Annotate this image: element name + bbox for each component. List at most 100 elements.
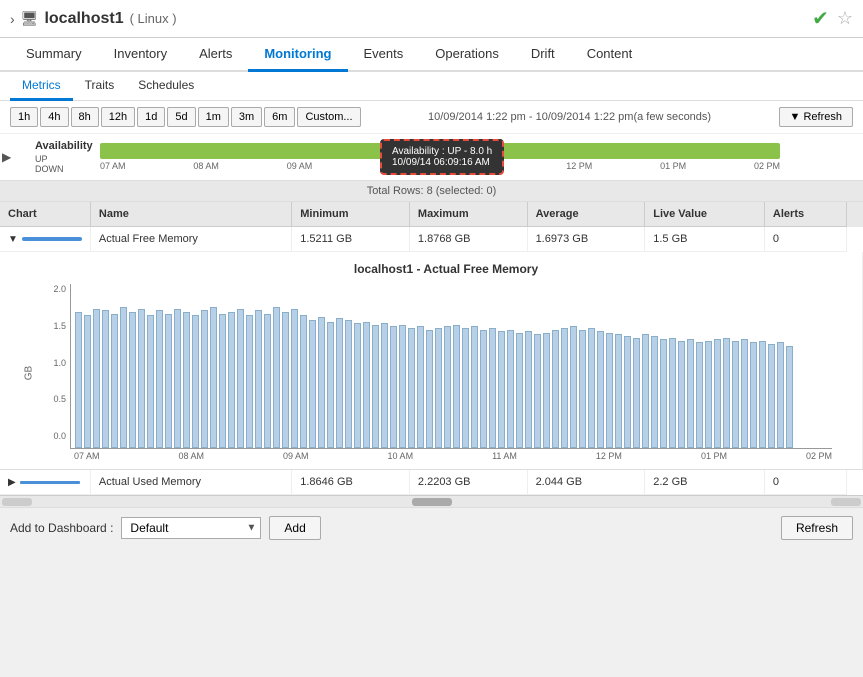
table-scroll-area[interactable]: Chart Name Minimum Maximum Average Live … — [0, 202, 863, 495]
h-scroll-thumb[interactable] — [412, 498, 452, 506]
nav-events[interactable]: Events — [348, 38, 420, 72]
availability-tooltip: Availability : UP - 8.0 h 10/09/14 06:09… — [380, 139, 504, 175]
time-range-label: 10/09/2014 1:22 pm - 10/09/2014 1:22 pm(… — [428, 111, 711, 123]
add-button[interactable]: Add — [269, 516, 320, 540]
breadcrumb-arrow: › — [10, 11, 15, 27]
bar — [354, 323, 361, 448]
bar — [525, 331, 532, 448]
nav-summary[interactable]: Summary — [10, 38, 98, 72]
h-scrollbar[interactable] — [0, 495, 863, 507]
page-subtitle: ( Linux ) — [130, 11, 177, 26]
time-1d[interactable]: 1d — [137, 107, 165, 127]
time-3m[interactable]: 3m — [231, 107, 262, 127]
row2-name: Actual Used Memory — [90, 470, 291, 495]
bar — [309, 320, 316, 448]
chart-line-1 — [22, 237, 82, 241]
expand-arrow-1[interactable]: ▼ — [8, 234, 18, 245]
bottom-refresh-button[interactable]: Refresh — [781, 516, 853, 540]
bar — [183, 312, 190, 448]
bar — [381, 323, 388, 448]
bar — [129, 312, 136, 448]
bar — [678, 341, 685, 448]
top-bar-left: › 🖥 localhost1 ( Linux ) — [10, 10, 177, 28]
bar — [696, 342, 703, 448]
bar — [174, 309, 181, 448]
bar — [588, 328, 595, 448]
table-row[interactable]: ▼ Actual Free Memory 1.5211 GB 1.8768 GB… — [0, 227, 863, 252]
bar — [777, 342, 784, 448]
bar — [75, 312, 82, 448]
bar — [282, 312, 289, 448]
bar — [111, 314, 118, 448]
collapse-arrow[interactable]: ▶ — [2, 150, 11, 164]
status-icon: ✔ — [812, 6, 829, 31]
bar-chart-wrapper: GB 2.0 1.5 1.0 0.5 0.0 — [70, 284, 832, 461]
bar — [759, 341, 766, 448]
bar — [300, 315, 307, 448]
y-axis-label: GB — [24, 365, 35, 379]
nav-content[interactable]: Content — [571, 38, 649, 72]
nav-alerts[interactable]: Alerts — [183, 38, 248, 72]
bar-chart-area — [70, 284, 832, 449]
bar — [408, 328, 415, 448]
star-icon[interactable]: ☆ — [837, 8, 853, 29]
nav-monitoring[interactable]: Monitoring — [248, 38, 347, 72]
time-5d[interactable]: 5d — [167, 107, 195, 127]
tab-metrics[interactable]: Metrics — [10, 72, 73, 101]
bar — [273, 307, 280, 448]
col-live-value: Live Value — [645, 202, 765, 227]
bar — [633, 338, 640, 448]
col-chart: Chart — [0, 202, 90, 227]
bar — [579, 330, 586, 448]
h-scroll-right[interactable] — [831, 498, 861, 506]
bar — [516, 333, 523, 448]
bar — [345, 320, 352, 448]
time-custom[interactable]: Custom... — [297, 107, 360, 127]
dashboard-label: Add to Dashboard : — [10, 521, 113, 535]
bar — [246, 315, 253, 448]
bar — [669, 338, 676, 448]
bar — [615, 334, 622, 448]
bar — [219, 314, 226, 448]
sub-nav: Metrics Traits Schedules — [0, 72, 863, 101]
time-1m[interactable]: 1m — [198, 107, 229, 127]
time-8h[interactable]: 8h — [71, 107, 99, 127]
bar — [435, 328, 442, 448]
nav-drift[interactable]: Drift — [515, 38, 571, 72]
bar — [417, 326, 424, 448]
refresh-button-top[interactable]: ▼ Refresh — [779, 107, 853, 127]
bar — [291, 309, 298, 448]
time-1h[interactable]: 1h — [10, 107, 38, 127]
bar — [732, 341, 739, 448]
bar — [489, 328, 496, 448]
row2-alerts: 0 — [764, 470, 846, 495]
time-12h[interactable]: 12h — [101, 107, 135, 127]
bar — [120, 307, 127, 448]
col-maximum: Maximum — [409, 202, 527, 227]
row1-max: 1.8768 GB — [409, 227, 527, 252]
h-scroll-left[interactable] — [2, 498, 32, 506]
y-labels: 2.0 1.5 1.0 0.5 0.0 — [38, 284, 66, 441]
nav-operations[interactable]: Operations — [419, 38, 515, 72]
bar — [687, 339, 694, 448]
nav-inventory[interactable]: Inventory — [98, 38, 183, 72]
bar — [561, 328, 568, 448]
bar — [372, 325, 379, 448]
time-6m[interactable]: 6m — [264, 107, 295, 127]
bar — [165, 314, 172, 448]
bar — [93, 309, 100, 448]
page-title: localhost1 — [44, 10, 123, 28]
dashboard-select[interactable]: Default — [121, 517, 261, 539]
bar — [336, 318, 343, 448]
bottom-bar: Add to Dashboard : Default ▼ Add Refresh — [0, 507, 863, 548]
bar — [714, 339, 721, 448]
tab-schedules[interactable]: Schedules — [126, 72, 206, 101]
expand-arrow-2[interactable]: ▶ — [8, 477, 16, 488]
bar — [84, 315, 91, 448]
tooltip-line2: 10/09/14 06:09:16 AM — [392, 157, 492, 168]
chart-cell-2: ▶ — [0, 470, 90, 495]
tab-traits[interactable]: Traits — [73, 72, 127, 101]
table-row[interactable]: ▶ Actual Used Memory 1.8646 GB 2.2203 GB… — [0, 470, 863, 495]
time-4h[interactable]: 4h — [40, 107, 68, 127]
availability-section: ▶ Availability UP DOWN 07 AM 08 AM 09 AM… — [0, 134, 863, 181]
